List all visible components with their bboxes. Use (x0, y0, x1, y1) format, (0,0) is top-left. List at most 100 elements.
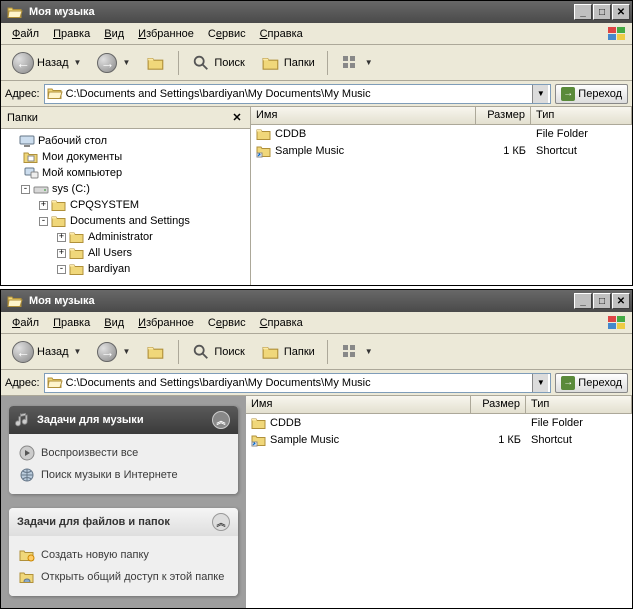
separator (178, 340, 179, 364)
play-icon (19, 445, 35, 461)
minimize-button[interactable]: _ (574, 293, 592, 309)
task-link[interactable]: Поиск музыки в Интернете (19, 464, 228, 486)
file-list: Имя Размер Тип CDDBFile FolderSample Mus… (251, 107, 632, 285)
col-type[interactable]: Тип (526, 396, 632, 413)
panel-close-button[interactable]: ✕ (230, 111, 244, 125)
back-button[interactable]: ← Назад ▼ (5, 338, 88, 366)
forward-button[interactable]: → ▼ (90, 338, 137, 366)
menu-view[interactable]: Вид (97, 26, 131, 42)
views-icon (340, 53, 360, 73)
menu-file[interactable]: Файл (5, 26, 46, 42)
menu-help[interactable]: Справка (253, 315, 310, 331)
task-link[interactable]: Создать новую папку (19, 544, 228, 566)
menubar: Файл Правка Вид Избранное Сервис Справка (1, 312, 632, 334)
close-button[interactable]: ✕ (612, 4, 630, 20)
menu-view[interactable]: Вид (97, 315, 131, 331)
list-item[interactable]: Sample Music1 КБShortcut (251, 142, 632, 159)
search-button[interactable]: Поиск (184, 338, 251, 366)
tree-node[interactable]: -sys (C:) (3, 181, 248, 197)
collapse-icon[interactable]: ︽ (212, 411, 230, 429)
maximize-button[interactable]: □ (593, 4, 611, 20)
music-tasks-header[interactable]: Задачи для музыки ︽ (9, 406, 238, 434)
forward-button[interactable]: → ▼ (90, 49, 137, 77)
file-rows[interactable]: CDDBFile FolderSample Music1 КБShortcut (251, 125, 632, 159)
tree-label: Documents and Settings (70, 215, 190, 227)
task-link[interactable]: Открыть общий доступ к этой папке (19, 566, 228, 588)
up-button[interactable] (139, 338, 173, 366)
file-type: File Folder (526, 417, 632, 429)
expand-box[interactable]: + (57, 233, 66, 242)
expand-box[interactable]: + (57, 249, 66, 258)
tree-node[interactable]: -bardiyan (3, 261, 248, 277)
go-button[interactable]: → Переход (555, 84, 628, 104)
separator (178, 51, 179, 75)
tree-node[interactable]: Рабочий стол (3, 133, 248, 149)
tree-node[interactable]: - Documents and Settings (3, 213, 248, 229)
collapse-icon[interactable]: ︽ (212, 513, 230, 531)
menu-tools[interactable]: Сервис (201, 315, 253, 331)
menu-favorites[interactable]: Избранное (131, 26, 201, 42)
file-rows[interactable]: CDDB File Folder Sample Music1 КБShortcut (246, 414, 632, 448)
expand-box[interactable]: - (57, 265, 66, 274)
menu-file[interactable]: Файл (5, 315, 46, 331)
folder-tree[interactable]: Рабочий столМои документыМой компьютер-s… (1, 129, 250, 285)
titlebar[interactable]: Моя музыка _ □ ✕ (1, 1, 632, 23)
go-button[interactable]: → Переход (555, 373, 628, 393)
views-icon (340, 342, 360, 362)
list-item[interactable]: CDDB File Folder (246, 414, 632, 431)
menubar: Файл Правка Вид Избранное Сервис Справка (1, 23, 632, 45)
tree-node[interactable]: + CPQSYSTEM (3, 197, 248, 213)
address-field[interactable]: ▼ (44, 84, 552, 104)
toolbar: ← Назад ▼ → ▼ Поиск Папки ▼ (1, 334, 632, 370)
folders-button[interactable]: Папки (254, 338, 322, 366)
col-type[interactable]: Тип (531, 107, 632, 124)
tree-node[interactable]: +Administrator (3, 229, 248, 245)
address-input[interactable] (66, 377, 533, 389)
file-tasks-header[interactable]: Задачи для файлов и папок ︽ (9, 508, 238, 536)
expand-box[interactable]: + (39, 201, 48, 210)
titlebar[interactable]: Моя музыка _ □ ✕ (1, 290, 632, 312)
menu-edit[interactable]: Правка (46, 26, 97, 42)
forward-arrow-icon: → (97, 53, 117, 73)
menu-favorites[interactable]: Избранное (131, 315, 201, 331)
tree-label: CPQSYSTEM (70, 199, 139, 211)
task-link[interactable]: Воспроизвести все (19, 442, 228, 464)
expand-box[interactable]: - (39, 217, 48, 226)
task-label: Создать новую папку (41, 549, 149, 561)
menu-edit[interactable]: Правка (46, 315, 97, 331)
col-name[interactable]: Имя (246, 396, 471, 413)
desktop-icon (19, 134, 35, 148)
minimize-button[interactable]: _ (574, 4, 592, 20)
views-button[interactable]: ▼ (333, 338, 380, 366)
views-button[interactable]: ▼ (333, 49, 380, 77)
tree-node[interactable]: Мои документы (3, 149, 248, 165)
col-size[interactable]: Размер (476, 107, 531, 124)
separator (327, 340, 328, 364)
content-area: Папки ✕ Рабочий столМои документыМой ком… (1, 107, 632, 285)
expand-box[interactable]: - (21, 185, 30, 194)
up-button[interactable] (139, 49, 173, 77)
list-item[interactable]: CDDBFile Folder (251, 125, 632, 142)
menu-help[interactable]: Справка (253, 26, 310, 42)
globe-icon (19, 467, 35, 483)
col-size[interactable]: Размер (471, 396, 526, 413)
col-name[interactable]: Имя (251, 107, 476, 124)
tree-label: All Users (88, 247, 132, 259)
folders-button[interactable]: Папки (254, 49, 322, 77)
address-dropdown[interactable]: ▼ (532, 85, 548, 103)
back-button[interactable]: ← Назад ▼ (5, 49, 88, 77)
address-dropdown[interactable]: ▼ (532, 374, 548, 392)
tree-node[interactable]: + All Users (3, 245, 248, 261)
search-button[interactable]: Поиск (184, 49, 251, 77)
folder-icon (251, 416, 267, 430)
menu-tools[interactable]: Сервис (201, 26, 253, 42)
close-button[interactable]: ✕ (612, 293, 630, 309)
file-type: File Folder (531, 128, 632, 140)
chevron-down-icon: ▼ (74, 347, 82, 356)
maximize-button[interactable]: □ (593, 293, 611, 309)
file-name: CDDB (270, 417, 301, 429)
address-field[interactable]: ▼ (44, 373, 552, 393)
tree-node[interactable]: Мой компьютер (3, 165, 248, 181)
list-item[interactable]: Sample Music1 КБShortcut (246, 431, 632, 448)
address-input[interactable] (66, 88, 533, 100)
